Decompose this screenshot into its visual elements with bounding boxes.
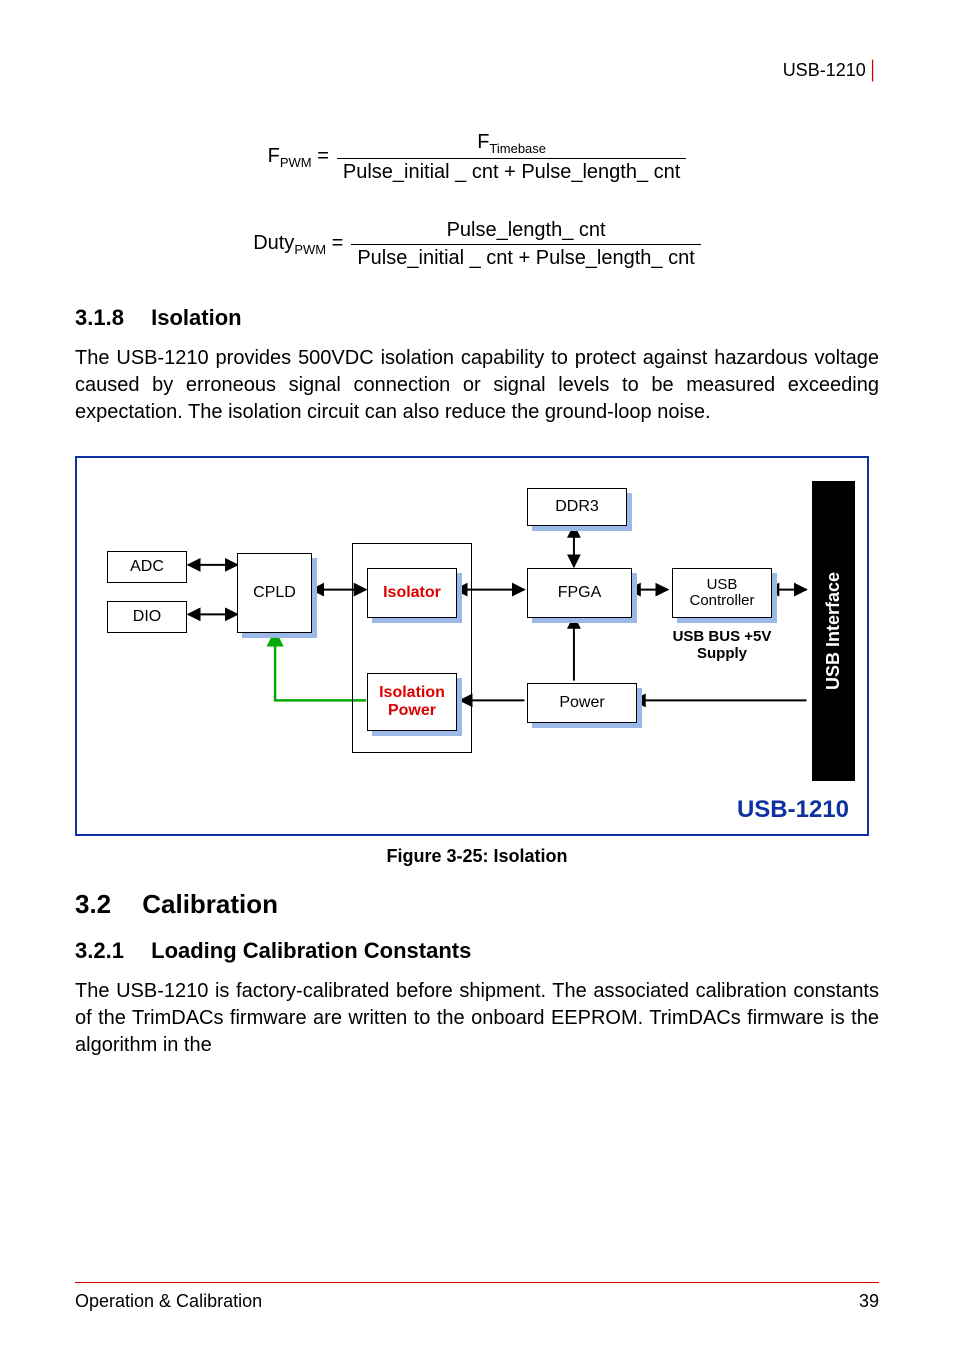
figure-3-25: ADC DIO CPLD Isolator Isolation Power DD… <box>75 456 879 867</box>
header-model: USB-1210 <box>783 60 866 80</box>
paragraph-calibration: The USB-1210 is factory-calibrated befor… <box>75 978 879 1059</box>
block-isolator: Isolator <box>367 568 457 618</box>
eq1-fraction: FTimebase Pulse_initial _ cnt + Pulse_le… <box>337 131 686 184</box>
eq1-numerator: FTimebase <box>471 131 552 158</box>
eq1-denominator: Pulse_initial _ cnt + Pulse_length_ cnt <box>337 158 686 184</box>
page-footer: Operation & Calibration 39 <box>75 1282 879 1312</box>
equation-fpwm: FPWM = FTimebase Pulse_initial _ cnt + P… <box>197 131 757 184</box>
eq2-fraction: Pulse_length_ cnt Pulse_initial _ cnt + … <box>351 219 700 270</box>
block-dio: DIO <box>107 601 187 633</box>
block-isolation-power: Isolation Power <box>367 673 457 731</box>
heading-321-title: Loading Calibration Constants <box>151 938 471 963</box>
figure-caption: Figure 3-25: Isolation <box>75 846 879 867</box>
heading-321: 3.2.1 Loading Calibration Constants <box>75 938 879 964</box>
label-usb-supply: USB BUS +5V Supply <box>672 628 772 663</box>
heading-318-title: Isolation <box>151 305 241 330</box>
block-fpga: FPGA <box>527 568 632 618</box>
block-usb-controller: USB Controller <box>672 568 772 618</box>
footer-left: Operation & Calibration <box>75 1291 262 1312</box>
heading-318: 3.1.8 Isolation <box>75 305 879 331</box>
diagram-model-name: USB-1210 <box>737 796 849 824</box>
eq2-denominator: Pulse_initial _ cnt + Pulse_length_ cnt <box>351 244 700 270</box>
heading-32-title: Calibration <box>142 889 278 919</box>
paragraph-isolation: The USB-1210 provides 500VDC isolation c… <box>75 345 879 426</box>
heading-32-num: 3.2 <box>75 889 135 920</box>
eq2-lhs: DutyPWM = <box>253 232 343 257</box>
page-header: USB-1210│ <box>75 60 879 81</box>
eq1-lhs: FPWM = <box>268 145 329 170</box>
block-power: Power <box>527 683 637 723</box>
heading-318-num: 3.1.8 <box>75 305 145 331</box>
heading-321-num: 3.2.1 <box>75 938 145 964</box>
block-cpld: CPLD <box>237 553 312 633</box>
equations-block: FPWM = FTimebase Pulse_initial _ cnt + P… <box>197 131 757 270</box>
header-bar-icon: │ <box>868 60 879 80</box>
page: USB-1210│ FPWM = FTimebase Pulse_initial… <box>0 0 954 1352</box>
block-usb-interface: USB Interface <box>812 481 855 781</box>
usb-interface-label: USB Interface <box>823 572 844 690</box>
heading-32: 3.2 Calibration <box>75 889 879 920</box>
block-adc: ADC <box>107 551 187 583</box>
footer-page-number: 39 <box>859 1291 879 1312</box>
isolation-diagram: ADC DIO CPLD Isolator Isolation Power DD… <box>75 456 869 836</box>
eq2-numerator: Pulse_length_ cnt <box>441 219 612 244</box>
equation-duty: DutyPWM = Pulse_length_ cnt Pulse_initia… <box>197 219 757 270</box>
block-ddr3: DDR3 <box>527 488 627 526</box>
